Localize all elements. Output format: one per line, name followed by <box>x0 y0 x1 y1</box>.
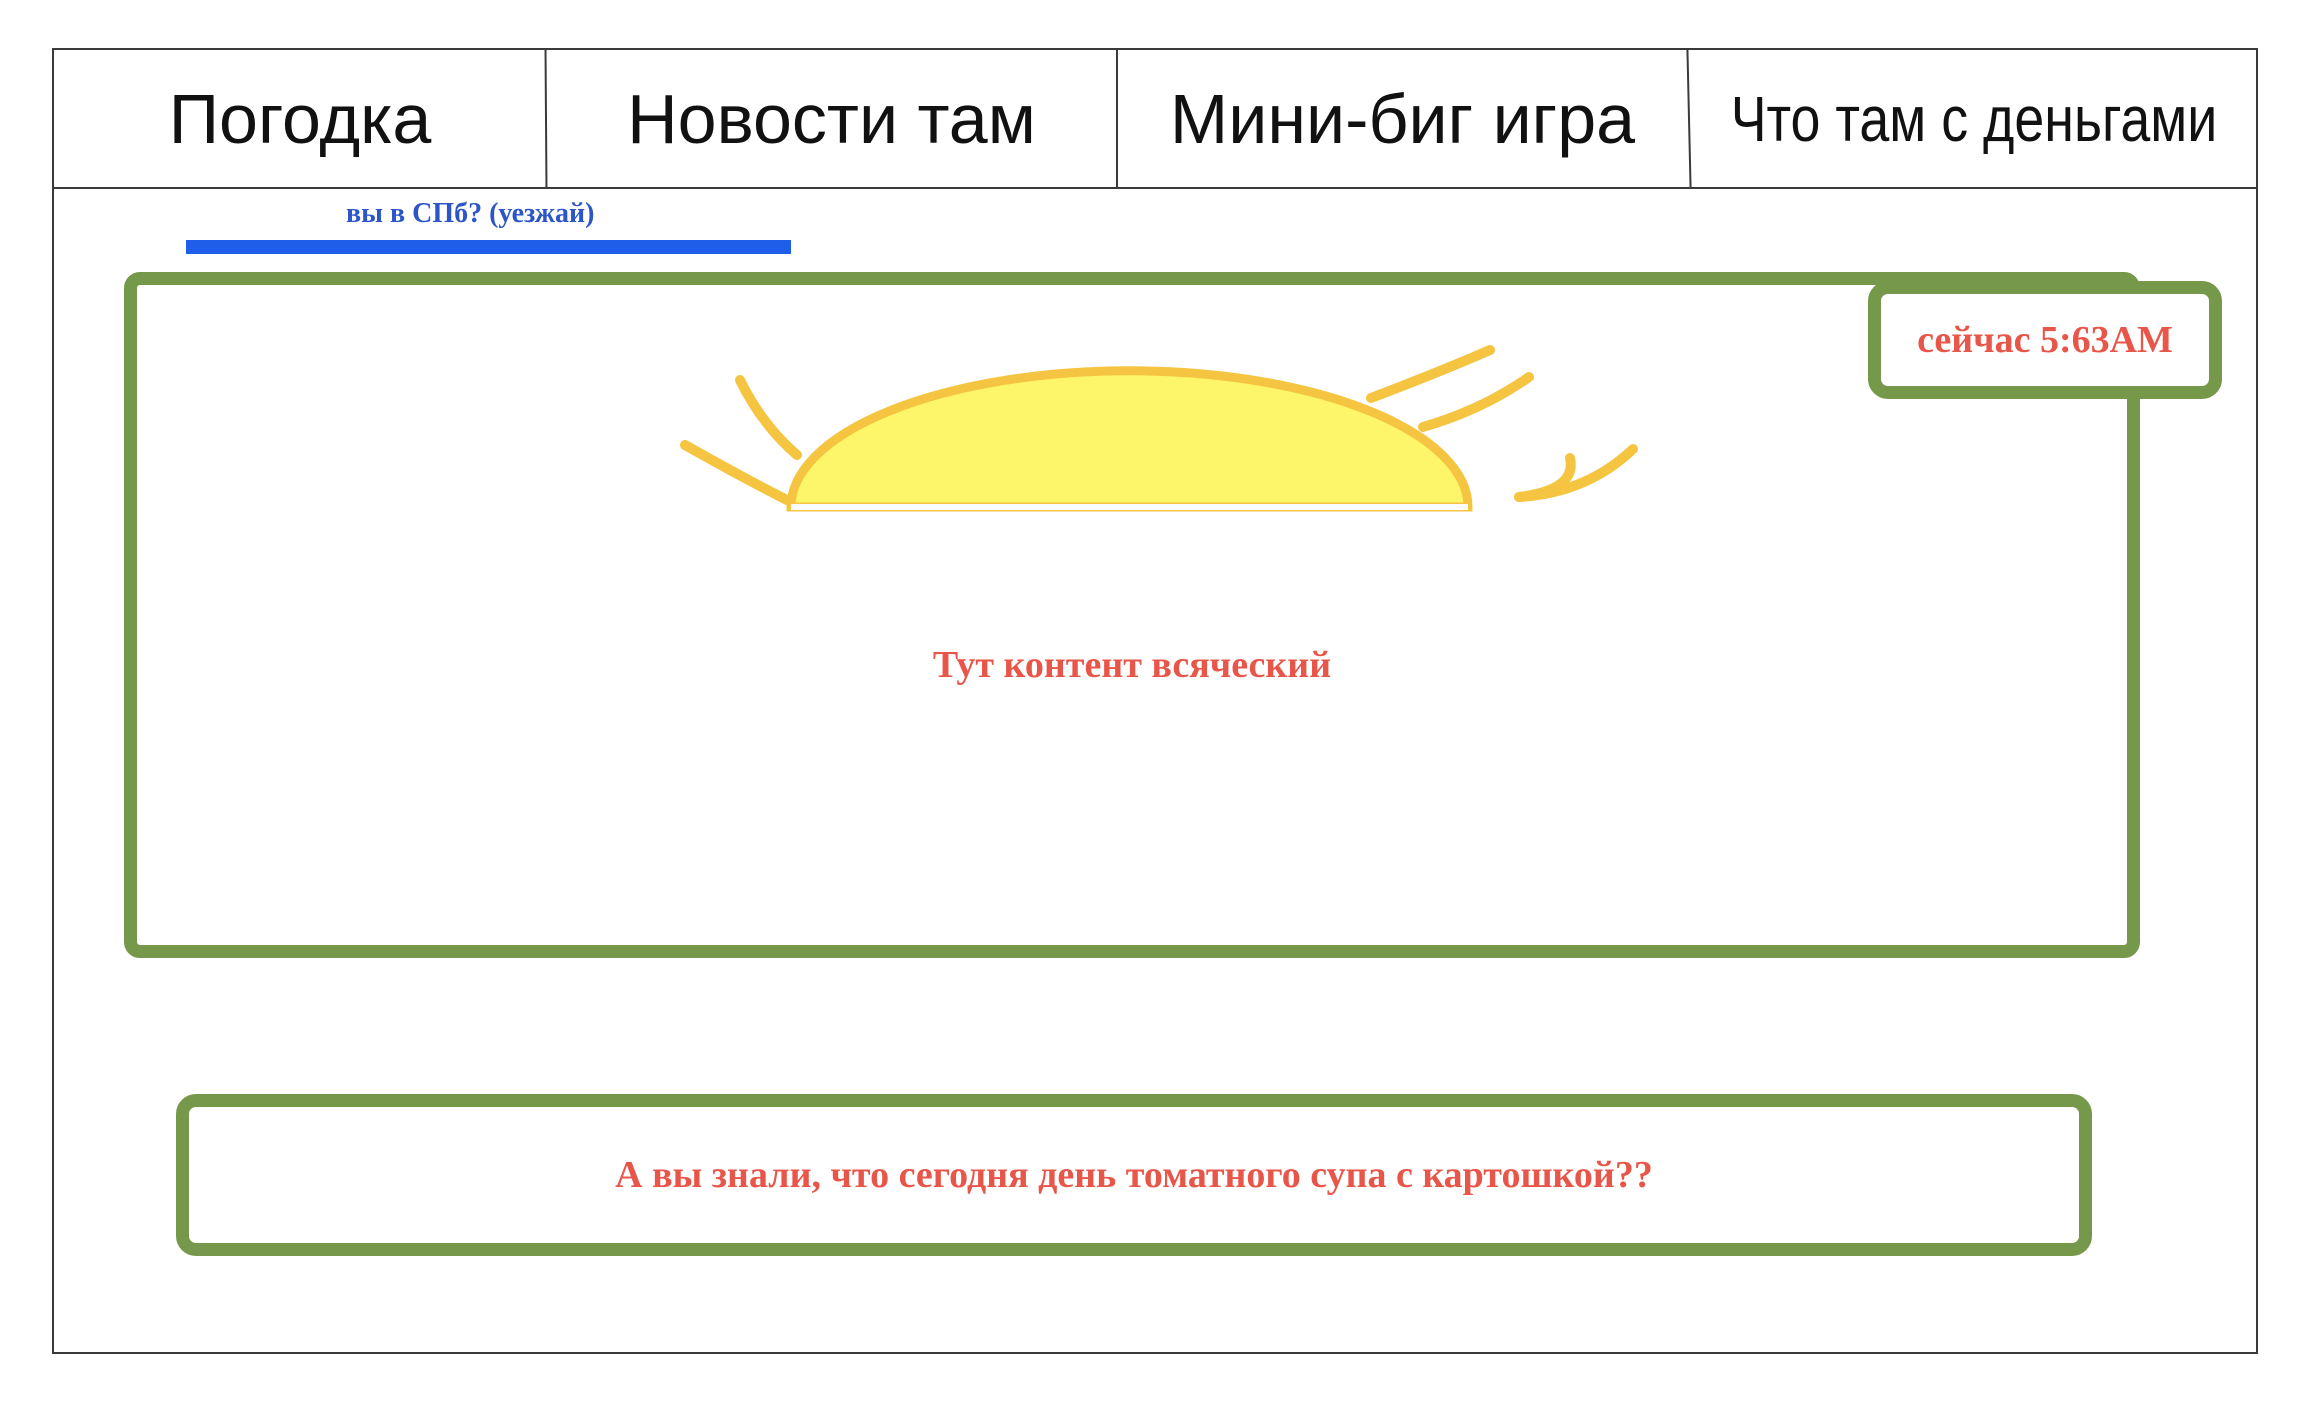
tab-mini-game[interactable]: Мини-биг игра <box>1117 50 1688 187</box>
current-time-badge: сейчас 5:63AM <box>1868 281 2222 399</box>
location-prompt-underline <box>186 240 791 254</box>
content-placeholder-text: Тут контент всяческий <box>932 644 1332 686</box>
tab-money[interactable]: Что там с деньгами <box>1731 50 2218 187</box>
tab-news[interactable]: Новости там <box>546 50 1117 187</box>
location-prompt-link[interactable]: вы в СПб? (уезжай) <box>346 198 595 230</box>
current-time-label: сейчас 5:63AM <box>1917 319 2173 361</box>
sun-icon <box>680 345 1638 512</box>
page-frame: Погодка Новости там Мини-биг игра Что та… <box>52 48 2258 1354</box>
nav-divider <box>1116 50 1118 187</box>
fun-fact-panel: А вы знали, что сегодня день томатного с… <box>176 1094 2092 1256</box>
top-navigation: Погодка Новости там Мини-биг игра Что та… <box>54 49 2256 189</box>
fun-fact-text: А вы знали, что сегодня день томатного с… <box>615 1154 1653 1196</box>
tab-weather[interactable]: Погодка <box>54 50 546 187</box>
weather-content-panel: Тут контент всяческий сейчас 5:63AM <box>124 272 2222 958</box>
